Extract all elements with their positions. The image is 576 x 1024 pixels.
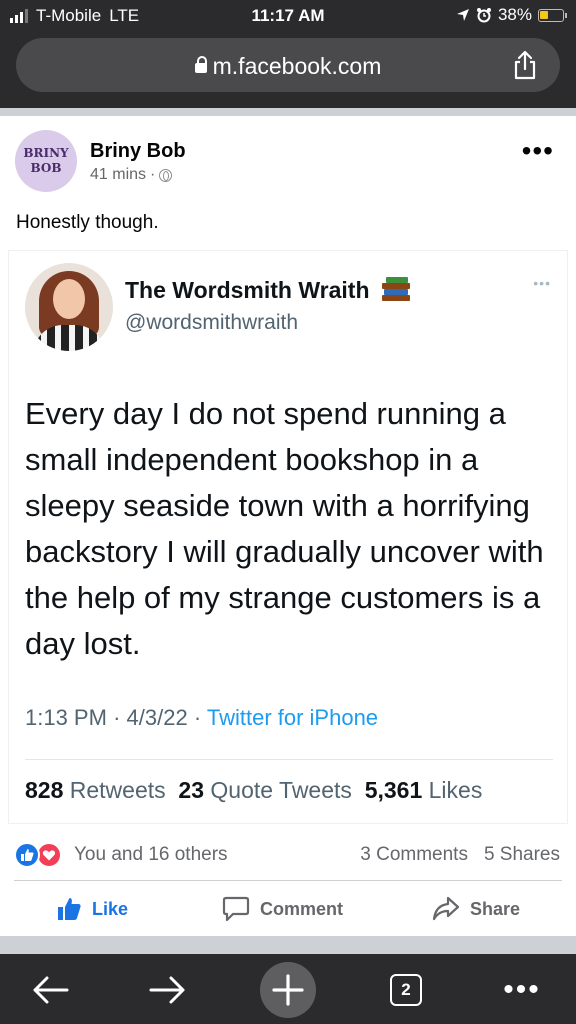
likes-label: Likes xyxy=(428,777,483,803)
back-button[interactable] xyxy=(22,962,78,1018)
plus-icon xyxy=(272,974,304,1006)
thumbs-up-icon xyxy=(58,898,81,920)
tweet-more-icon: ••• xyxy=(533,275,551,291)
alarm-icon xyxy=(476,8,491,23)
meta-separator: · xyxy=(150,166,156,183)
url-display[interactable]: m.facebook.com xyxy=(16,53,560,80)
tweet-screenshot[interactable]: The Wordsmith Wraith @wordsmithwraith ••… xyxy=(8,250,568,824)
location-icon xyxy=(456,9,469,21)
post-text: Honestly though. xyxy=(16,212,159,233)
status-right: 38% xyxy=(456,5,567,25)
back-arrow-icon xyxy=(33,976,69,1004)
retweets-count: 828 xyxy=(25,777,64,803)
like-reaction-icon xyxy=(14,842,40,868)
avatar[interactable]: BRINY BOB xyxy=(15,130,77,192)
reaction-summary[interactable]: You and 16 others xyxy=(74,844,228,866)
share-button[interactable]: Share xyxy=(432,896,520,922)
tweet-divider xyxy=(25,759,553,760)
tabs-button[interactable]: 2 xyxy=(378,962,434,1018)
post-time[interactable]: 41 mins xyxy=(90,166,146,184)
post-header: BRINY BOB Briny Bob 41 mins · ••• xyxy=(0,116,576,206)
lock-icon xyxy=(194,56,207,73)
globe-icon xyxy=(159,168,173,182)
retweets-label: Retweets xyxy=(69,777,166,803)
share-label: Share xyxy=(470,898,521,919)
browser-top-bar: T-Mobile LTE 11:17 AM 38% m.facebook.com xyxy=(0,0,576,108)
url-text: m.facebook.com xyxy=(212,53,382,79)
likes-count: 5,361 xyxy=(364,777,423,803)
like-label: Like xyxy=(92,898,129,919)
status-bar: T-Mobile LTE 11:17 AM 38% xyxy=(0,0,576,34)
share-arrow-icon xyxy=(432,896,460,921)
tweet-body: Every day I do not spend running a small… xyxy=(25,396,544,661)
engagement-counts: 3 Comments 5 Shares xyxy=(360,844,560,866)
battery-icon xyxy=(538,8,567,22)
tweet-avatar xyxy=(25,263,113,351)
post-author[interactable]: Briny Bob xyxy=(90,140,186,163)
avatar-text-top: BRINY xyxy=(23,146,69,160)
tweet-author-name: The Wordsmith Wraith xyxy=(125,277,412,304)
more-icon[interactable]: ••• xyxy=(522,137,554,165)
address-bar[interactable]: m.facebook.com xyxy=(16,38,560,92)
tweet-author-text: The Wordsmith Wraith xyxy=(125,277,370,303)
tweet-date: 4/3/22 xyxy=(126,705,188,730)
browser-menu-button[interactable]: ••• xyxy=(494,962,550,1018)
battery-percent: 38% xyxy=(497,5,532,24)
tweet-timestamp: 1:13 PM · 4/3/22 · Twitter for iPhone xyxy=(25,705,378,731)
reactions-bar: You and 16 others 3 Comments 5 Shares xyxy=(0,836,576,874)
tweet-source: Twitter for iPhone xyxy=(206,705,379,730)
feed-divider xyxy=(0,108,576,116)
reaction-icons[interactable] xyxy=(14,842,66,868)
tweet-handle: @wordsmithwraith xyxy=(125,311,299,334)
comments-count[interactable]: 3 Comments xyxy=(360,844,468,866)
comment-icon xyxy=(222,896,250,922)
forward-arrow-icon xyxy=(149,976,185,1004)
tweet-time: 1:13 PM xyxy=(25,705,107,730)
share-icon[interactable] xyxy=(512,50,538,80)
browser-toolbar: 2 ••• xyxy=(0,954,576,1024)
post-meta: 41 mins · xyxy=(90,166,173,184)
post-actions: Like Comment Share xyxy=(0,888,576,932)
new-tab-button[interactable] xyxy=(260,962,316,1018)
feed-divider-bottom xyxy=(0,936,576,954)
quotes-label: Quote Tweets xyxy=(210,777,352,803)
actions-divider xyxy=(14,880,562,881)
tweet-dot-1: · xyxy=(113,705,121,730)
more-menu-icon: ••• xyxy=(503,973,541,1006)
like-button[interactable]: Like xyxy=(56,896,128,922)
avatar-text-bottom: BOB xyxy=(30,161,62,175)
forward-button[interactable] xyxy=(140,962,196,1018)
tweet-dot-2: · xyxy=(193,705,202,730)
comment-label: Comment xyxy=(260,898,344,919)
comment-button[interactable]: Comment xyxy=(222,896,343,922)
tweet-stats: 828 Retweets 23 Quote Tweets 5,361 Likes xyxy=(25,777,482,804)
quotes-count: 23 xyxy=(178,777,205,803)
shares-count[interactable]: 5 Shares xyxy=(484,844,560,866)
books-icon xyxy=(381,277,412,301)
tabs-icon: 2 xyxy=(390,974,422,1006)
